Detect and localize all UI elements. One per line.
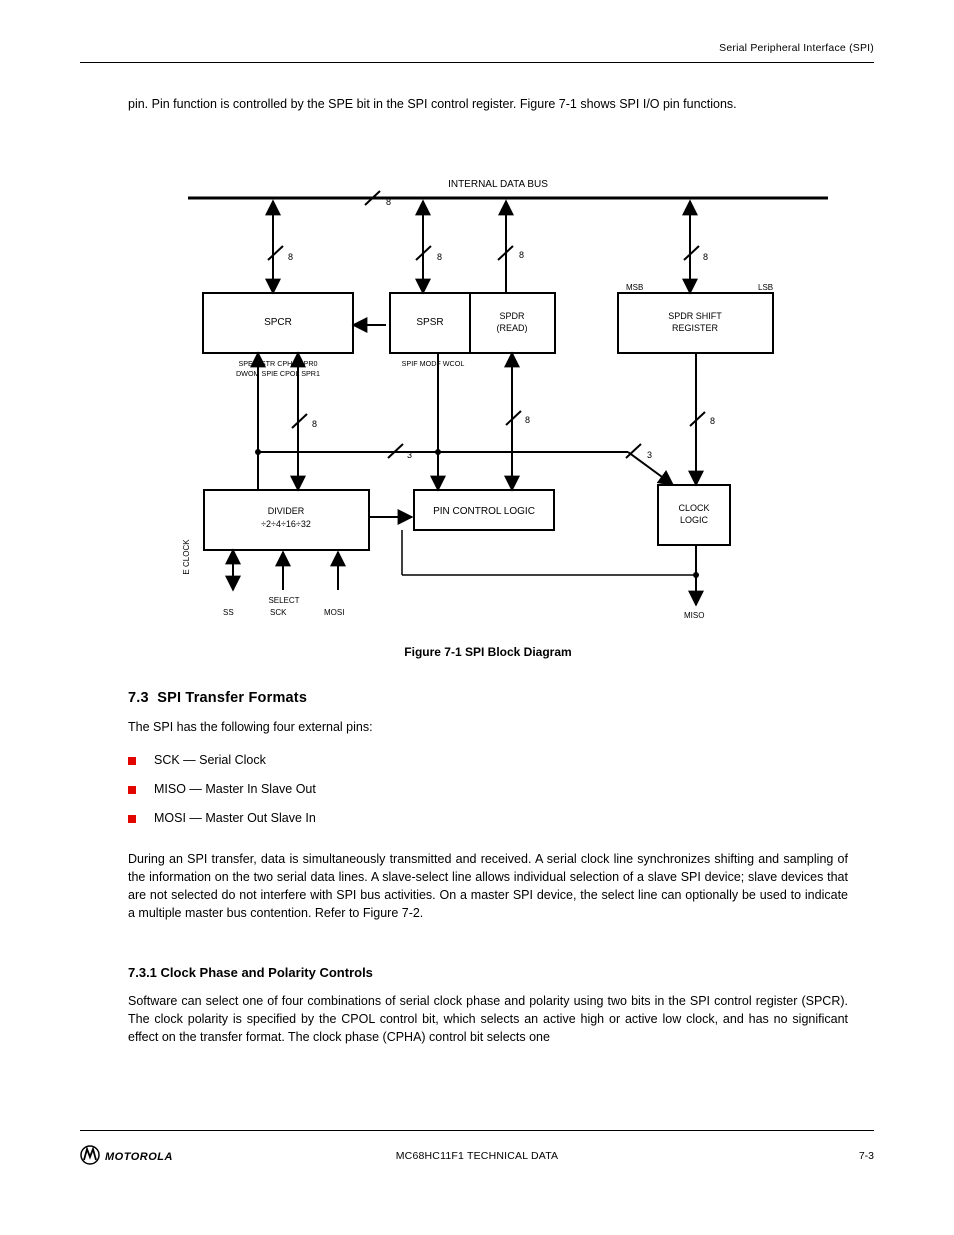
section-p1: The SPI has the following four external …	[128, 718, 848, 736]
svg-text:3: 3	[407, 450, 412, 460]
bullet-icon	[128, 815, 136, 823]
block-diagram: INTERNAL DATA BUS 8 8 8 8 8	[128, 165, 848, 640]
svg-text:SCK: SCK	[270, 608, 287, 617]
figure-caption: Figure 7-1 SPI Block Diagram	[128, 645, 848, 659]
svg-text:LSB: LSB	[758, 283, 773, 292]
svg-text:PIN CONTROL LOGIC: PIN CONTROL LOGIC	[433, 506, 535, 517]
svg-text:INTERNAL DATA BUS: INTERNAL DATA BUS	[448, 179, 548, 190]
svg-text:LOGIC: LOGIC	[680, 515, 709, 525]
footer-page: 7-3	[859, 1150, 874, 1162]
svg-text:SPCR: SPCR	[264, 317, 292, 328]
bullet-icon	[128, 757, 136, 765]
svg-text:MOSI: MOSI	[324, 608, 344, 617]
svg-text:SELECT: SELECT	[268, 596, 299, 605]
svg-text:DWOM SPIE CPOL SPR1: DWOM SPIE CPOL SPR1	[236, 369, 320, 378]
footer-rule	[80, 1130, 874, 1131]
svg-text:8: 8	[288, 252, 293, 262]
svg-text:8: 8	[386, 197, 391, 207]
svg-text:MISO: MISO	[684, 611, 704, 620]
svg-text:SPIF MODF WCOL: SPIF MODF WCOL	[402, 359, 465, 368]
svg-text:SS: SS	[223, 608, 234, 617]
svg-text:(READ): (READ)	[497, 323, 528, 333]
svg-text:REGISTER: REGISTER	[672, 323, 719, 333]
svg-text:SPE MSTR CPHA SPR0: SPE MSTR CPHA SPR0	[238, 359, 317, 368]
svg-text:8: 8	[519, 250, 524, 260]
svg-text:DIVIDER: DIVIDER	[268, 506, 305, 516]
svg-text:8: 8	[312, 419, 317, 429]
svg-text:÷2÷4÷16÷32: ÷2÷4÷16÷32	[261, 519, 311, 529]
spi-pins-label: SPI has the following four external pins…	[153, 720, 373, 734]
svg-text:8: 8	[703, 252, 708, 262]
svg-text:8: 8	[437, 252, 442, 262]
subsection-body: Software can select one of four combinat…	[128, 992, 848, 1046]
svg-text:8: 8	[525, 415, 530, 425]
subsection-heading: 7.3.1 Clock Phase and Polarity Controls	[128, 965, 373, 980]
section-num: 7.3	[128, 690, 149, 706]
section-heading: 7.3 SPI Transfer Formats	[128, 690, 307, 706]
bullet-text: MOSI — Master Out Slave In	[154, 811, 316, 825]
bullet-text: SCK — Serial Clock	[154, 753, 266, 767]
svg-text:3: 3	[647, 450, 652, 460]
footer-center: MC68HC11F1 TECHNICAL DATA	[0, 1150, 954, 1162]
svg-text:CLOCK: CLOCK	[678, 503, 709, 513]
header-rule	[80, 62, 874, 63]
svg-text:SPDR SHIFT: SPDR SHIFT	[668, 311, 722, 321]
svg-text:SPDR: SPDR	[499, 311, 525, 321]
section-body: During an SPI transfer, data is simultan…	[128, 850, 848, 922]
svg-text:SPSR: SPSR	[416, 317, 443, 328]
bullet-icon	[128, 786, 136, 794]
svg-text:MSB: MSB	[626, 283, 643, 292]
intro-paragraph: pin. Pin function is controlled by the S…	[128, 95, 848, 113]
bullet-text: MISO — Master In Slave Out	[154, 782, 316, 796]
svg-text:8: 8	[710, 416, 715, 426]
section-title: SPI Transfer Formats	[157, 690, 307, 706]
header-right: Serial Peripheral Interface (SPI)	[719, 42, 874, 54]
svg-text:E CLOCK: E CLOCK	[182, 539, 191, 575]
page: Serial Peripheral Interface (SPI) pin. P…	[0, 0, 954, 1235]
